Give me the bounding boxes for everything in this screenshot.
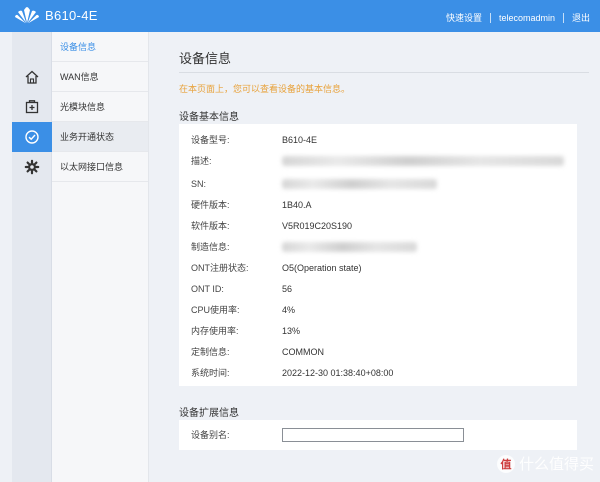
row-value: B610-4E — [282, 135, 318, 145]
submenu-ethernet-port[interactable]: 以太网接口信息 — [52, 152, 148, 182]
row-value: 4% — [282, 305, 296, 315]
redacted-value — [282, 179, 437, 189]
info-row-description: 描述: — [191, 154, 571, 168]
logout-link[interactable]: 退出 — [572, 11, 590, 24]
row-value: V5R019C20S190 — [282, 221, 353, 231]
top-bar: B610-4E 快速设置 telecomadmin 退出 — [0, 0, 600, 32]
icon-rail — [12, 32, 52, 482]
huawei-logo-icon — [15, 7, 39, 24]
gear-icon — [24, 159, 40, 175]
rail-add[interactable] — [12, 92, 52, 122]
submenu-device-info[interactable]: 设备信息 — [52, 32, 148, 62]
watermark-badge-icon: 值 — [496, 454, 515, 473]
row-label: 硬件版本: — [191, 200, 230, 210]
row-value: 13% — [282, 326, 301, 336]
info-row-ont-status: ONT注册状态: O5(Operation state) — [191, 261, 571, 275]
page-title: 设备信息 — [179, 51, 232, 66]
row-value: 1B40.A — [282, 200, 312, 210]
user-link[interactable]: telecomadmin — [499, 13, 555, 23]
info-row-model: 设备型号: B610-4E — [191, 133, 571, 147]
watermark-text: 什么值得买 — [518, 456, 594, 473]
brand: B610-4E — [14, 6, 98, 24]
redacted-value — [282, 156, 564, 166]
row-label: CPU使用率: — [191, 305, 240, 315]
row-value: COMMON — [282, 347, 324, 357]
info-row-custom: 定制信息: COMMON — [191, 345, 571, 359]
rail-settings[interactable] — [12, 152, 52, 182]
watermark: 值 什么值得买 — [496, 453, 594, 474]
device-alias-input[interactable] — [282, 428, 464, 442]
row-label: 系统时间: — [191, 368, 230, 378]
info-row-software: 软件版本: V5R019C20S190 — [191, 219, 571, 233]
top-links: 快速设置 telecomadmin 退出 — [446, 11, 590, 24]
row-label: 制造信息: — [191, 242, 230, 252]
divider — [489, 12, 491, 23]
info-row-system-time: 系统时间: 2022-12-30 01:38:40+08:00 — [191, 366, 571, 380]
ext-info-panel: 设备别名: — [179, 420, 577, 450]
row-value: 2022-12-30 01:38:40+08:00 — [282, 368, 394, 378]
info-row-cpu: CPU使用率: 4% — [191, 303, 571, 317]
add-box-icon — [25, 100, 39, 114]
ext-info-heading: 设备扩展信息 — [179, 408, 239, 419]
redacted-value — [282, 242, 417, 252]
device-model-title: B610-4E — [45, 7, 98, 23]
row-label: 设备别名: — [191, 430, 230, 440]
row-label: 内存使用率: — [191, 326, 239, 336]
row-label: ONT ID: — [191, 284, 224, 294]
divider — [179, 72, 589, 73]
row-label: 设备型号: — [191, 135, 230, 145]
sub-menu: 设备信息 WAN信息 光模块信息 业务开通状态 以太网接口信息 — [52, 32, 149, 482]
row-value: 56 — [282, 284, 293, 294]
status-check-icon — [25, 130, 39, 144]
info-row-memory: 内存使用率: 13% — [191, 324, 571, 338]
row-label: 软件版本: — [191, 221, 230, 231]
basic-info-panel: 设备型号: B610-4E 描述: SN: 硬件版本: 1B40.A 软件版本:… — [179, 124, 577, 386]
main-content: 设备信息 在本页面上，您可以查看设备的基本信息。 设备基本信息 设备型号: B6… — [149, 32, 600, 482]
info-row-hardware: 硬件版本: 1B40.A — [191, 198, 571, 212]
row-label: 定制信息: — [191, 347, 230, 357]
rail-home[interactable] — [12, 62, 52, 92]
rail-status[interactable] — [12, 122, 52, 152]
row-value: O5(Operation state) — [282, 263, 362, 273]
submenu-wan-info[interactable]: WAN信息 — [52, 62, 148, 92]
quick-setup-link[interactable]: 快速设置 — [446, 11, 482, 24]
submenu-optical-module[interactable]: 光模块信息 — [52, 92, 148, 122]
row-label: ONT注册状态: — [191, 263, 249, 273]
info-row-sn: SN: — [191, 177, 571, 191]
home-icon — [25, 70, 39, 84]
row-label: 描述: — [191, 156, 212, 166]
info-row-manufacture: 制造信息: — [191, 240, 571, 254]
row-label: SN: — [191, 179, 207, 189]
divider — [562, 12, 564, 23]
basic-info-heading: 设备基本信息 — [179, 112, 239, 123]
submenu-service-status[interactable]: 业务开通状态 — [52, 122, 148, 152]
info-row-ont-id: ONT ID: 56 — [191, 282, 571, 296]
page-notice: 在本页面上，您可以查看设备的基本信息。 — [179, 84, 351, 94]
